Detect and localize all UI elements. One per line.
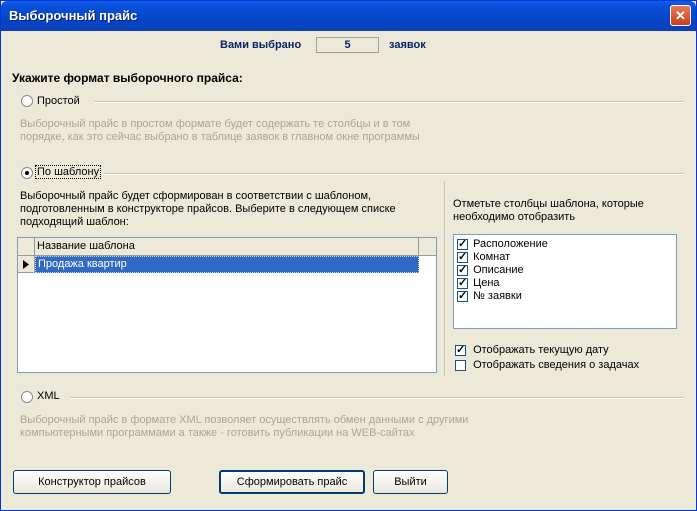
close-icon[interactable]: ✕ bbox=[670, 5, 691, 26]
selected-count-suffix: заявок bbox=[389, 39, 426, 51]
column-label: № заявки bbox=[473, 290, 522, 302]
list-item[interactable]: Цена bbox=[457, 276, 500, 289]
format-heading: Укажите формат выборочного прайса: bbox=[12, 71, 243, 85]
table-row[interactable]: Продажа квартир bbox=[35, 256, 419, 273]
constructor-button[interactable]: Конструктор прайсов bbox=[13, 470, 171, 494]
grid-header-filler bbox=[419, 238, 436, 256]
list-item[interactable]: Комнат bbox=[457, 250, 511, 263]
simple-description-line2: порядке, как это сейчас выбрано в таблиц… bbox=[20, 131, 420, 143]
title-bar[interactable]: Выборочный прайс ✕ bbox=[1, 1, 696, 31]
template-name-cell: Продажа квартир bbox=[38, 258, 127, 270]
exit-button[interactable]: Выйти bbox=[373, 470, 448, 494]
grid-header-cell[interactable]: Название шаблона bbox=[35, 238, 419, 256]
xml-description-line2: компьютерными программами а также - гото… bbox=[20, 427, 415, 439]
show-tasks-label[interactable]: Отображать сведения о задачах bbox=[473, 359, 639, 371]
selected-count-value: 5 bbox=[316, 37, 379, 53]
show-date-option[interactable]: Отображать текущую дату bbox=[455, 343, 609, 356]
xml-radio[interactable] bbox=[21, 391, 33, 403]
grid-header-label: Название шаблона bbox=[37, 240, 135, 252]
dialog-body: Вами выбрано 5 заявок Укажите формат выб… bbox=[4, 31, 693, 509]
column-checkbox[interactable] bbox=[457, 250, 468, 263]
generate-button[interactable]: Сформировать прайс bbox=[219, 470, 365, 494]
show-tasks-option[interactable]: Отображать сведения о задачах bbox=[455, 359, 639, 371]
column-checkbox[interactable] bbox=[457, 276, 468, 289]
template-group-divider bbox=[104, 173, 684, 175]
dialog-window: Выборочный прайс ✕ Вами выбрано 5 заявок… bbox=[0, 0, 697, 511]
xml-radio-label[interactable]: XML bbox=[37, 390, 60, 402]
window-title: Выборочный прайс bbox=[9, 8, 138, 23]
column-label: Описание bbox=[473, 264, 524, 276]
selected-count-prefix: Вами выбрано bbox=[220, 39, 302, 51]
list-item[interactable]: № заявки bbox=[457, 289, 522, 302]
columns-prompt-line1: Отметьте столбцы шаблона, которые bbox=[453, 198, 644, 210]
row-indicator-icon bbox=[18, 256, 35, 273]
column-checkbox[interactable] bbox=[457, 263, 468, 276]
columns-panel: Отметьте столбцы шаблона, которые необхо… bbox=[444, 181, 685, 376]
simple-group-divider bbox=[94, 101, 684, 103]
template-description-line1: Выборочный прайс будет сформирован в соо… bbox=[20, 190, 372, 202]
template-radio[interactable] bbox=[21, 167, 33, 179]
simple-description-line1: Выборочный прайс в простом формате будет… bbox=[20, 118, 411, 130]
show-date-label[interactable]: Отображать текущую дату bbox=[473, 344, 609, 356]
template-radio-label[interactable]: По шаблону bbox=[34, 165, 102, 179]
xml-description-line1: Выборочный прайс в формате XML позволяет… bbox=[20, 414, 469, 426]
show-date-checkbox[interactable] bbox=[455, 343, 466, 356]
show-tasks-checkbox[interactable] bbox=[455, 359, 466, 371]
simple-radio[interactable] bbox=[21, 95, 33, 107]
list-item[interactable]: Расположение bbox=[457, 237, 548, 250]
columns-checklist[interactable]: Расположение Комнат Описание Цена № заяв… bbox=[453, 234, 677, 329]
column-label: Расположение bbox=[473, 238, 548, 250]
simple-radio-label[interactable]: Простой bbox=[37, 95, 80, 107]
xml-group-divider bbox=[70, 397, 684, 399]
template-description-line2: подготовленным в конструкторе прайсов. В… bbox=[20, 203, 396, 215]
column-label: Комнат bbox=[473, 251, 511, 263]
column-label: Цена bbox=[473, 277, 500, 289]
template-grid[interactable]: Название шаблона Продажа квартир bbox=[17, 237, 437, 373]
template-description-line3: подходящий шаблон: bbox=[20, 216, 129, 228]
list-item[interactable]: Описание bbox=[457, 263, 524, 276]
column-checkbox[interactable] bbox=[457, 237, 468, 250]
column-checkbox[interactable] bbox=[457, 289, 468, 302]
grid-corner-cell bbox=[18, 238, 35, 256]
columns-prompt-line2: необходимо отобразить bbox=[453, 211, 576, 223]
